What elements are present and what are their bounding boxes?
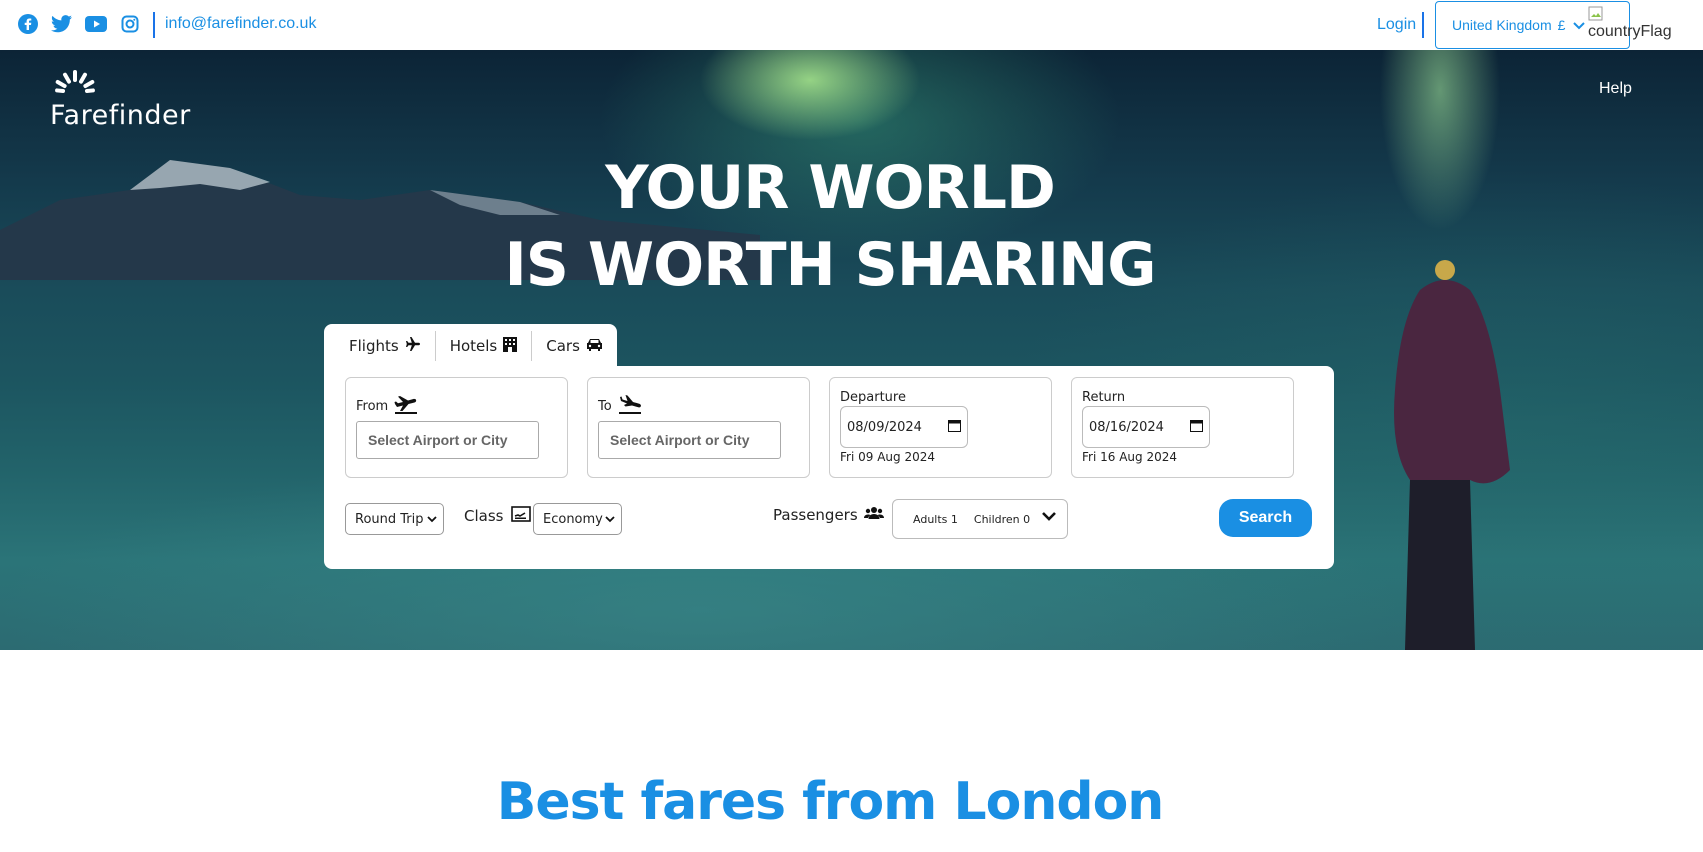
flight-search-panel: From To Departure 08/09/2024 [324,366,1334,569]
to-label: To [598,398,612,414]
broken-image-icon [1588,6,1606,23]
trip-type-value: Round Trip [355,511,424,527]
search-button[interactable]: Search [1219,499,1312,537]
country-flag-image: countryFlag [1588,6,1672,40]
sunburst-logo-icon [55,70,95,93]
cabin-class-select[interactable]: Economy [533,503,622,535]
help-link[interactable]: Help [1599,80,1632,98]
building-icon [503,336,518,356]
divider [153,12,155,38]
instagram-icon[interactable] [119,13,141,35]
users-icon [863,506,884,524]
tab-hotels-label: Hotels [449,337,498,355]
ticket-icon [511,506,532,526]
return-date-text: Fri 16 Aug 2024 [1082,450,1177,464]
departure-label: Departure [840,390,906,405]
departure-field: Departure 08/09/2024 Fri 09 Aug 2024 [829,377,1052,478]
chevron-down-icon [1041,511,1057,525]
contact-email-link[interactable]: info@farefinder.co.uk [165,15,316,33]
trip-type-select[interactable]: Round Trip [345,503,444,535]
to-city-input[interactable] [598,421,781,459]
chevron-down-icon [427,512,437,527]
adults-count: Adults 1 [913,512,958,526]
departure-date-value: 08/09/2024 [847,419,922,435]
tab-hotels[interactable]: Hotels [436,331,533,361]
car-icon [586,337,603,355]
return-field: Return 08/16/2024 Fri 16 Aug 2024 [1071,377,1294,478]
tab-flights-label: Flights [349,337,399,355]
facebook-icon[interactable] [17,13,39,35]
class-label-group: Class [464,506,532,526]
passengers-selector[interactable]: Adults 1 Children 0 [892,499,1068,539]
country-label: United Kingdom [1452,17,1552,33]
login-link[interactable]: Login [1377,16,1416,34]
calendar-icon [948,419,961,436]
section-title: Best fares from London [496,772,1165,832]
children-count: Children 0 [973,512,1031,526]
tab-cars-label: Cars [546,337,580,355]
chevron-down-icon [605,512,615,527]
tab-flights[interactable]: Flights [324,331,436,361]
person-silhouette [1394,260,1510,650]
return-label: Return [1082,390,1126,405]
calendar-icon [1190,419,1203,436]
from-field: From [345,377,568,478]
passengers-label: Passengers [773,506,858,524]
tab-cars[interactable]: Cars [532,331,617,361]
to-field: To [587,377,810,478]
class-label: Class [464,507,504,525]
departure-date-input[interactable]: 08/09/2024 [840,406,968,448]
departure-date-text: Fri 09 Aug 2024 [840,450,935,464]
top-bar: info@farefinder.co.uk Login United Kingd… [0,0,1703,50]
hero-banner: Farefinder Help YOUR WORLD IS WORTH SHAR… [0,50,1703,650]
return-date-input[interactable]: 08/16/2024 [1082,406,1210,448]
social-links [17,13,141,35]
twitter-icon[interactable] [51,13,73,35]
chevron-down-icon [1573,17,1586,33]
hero-headline-line-1: YOUR WORLD [605,153,1056,223]
from-city-input[interactable] [356,421,539,459]
from-label: From [356,398,389,414]
return-date-value: 08/16/2024 [1089,419,1164,435]
country-flag-alt-text: countryFlag [1588,23,1672,40]
divider [1422,12,1424,38]
hero-headline-line-2: IS WORTH SHARING [504,230,1156,300]
cabin-class-value: Economy [543,511,603,527]
search-tabs: Flights Hotels Cars [324,324,617,368]
plane-icon [405,337,421,355]
plane-arrival-icon [618,394,642,418]
passengers-label-group: Passengers [773,506,884,524]
brand-name: Farefinder [50,100,191,131]
plane-departure-icon [394,394,418,418]
currency-symbol: £ [1557,17,1566,33]
youtube-icon[interactable] [85,13,107,35]
farefinder-logo[interactable]: Farefinder [50,70,200,134]
